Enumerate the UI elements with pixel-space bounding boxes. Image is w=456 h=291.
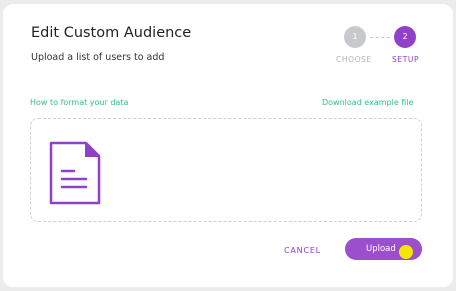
step-2-circle[interactable]: 2 [394, 26, 416, 48]
dialog-title: Edit Custom Audience [31, 25, 192, 41]
step-connector [370, 37, 390, 38]
step-2-label: SETUP [392, 55, 420, 64]
document-icon [49, 141, 101, 205]
format-help-link[interactable]: How to format your data [30, 98, 128, 107]
download-example-link[interactable]: Download example file [322, 98, 413, 107]
dialog-subtitle: Upload a list of users to add [31, 52, 165, 63]
cancel-button[interactable]: CANCEL [284, 246, 321, 255]
step-1-label: CHOOSE [336, 55, 372, 64]
cursor-highlight [399, 245, 413, 259]
step-1-circle[interactable]: 1 [344, 26, 366, 48]
